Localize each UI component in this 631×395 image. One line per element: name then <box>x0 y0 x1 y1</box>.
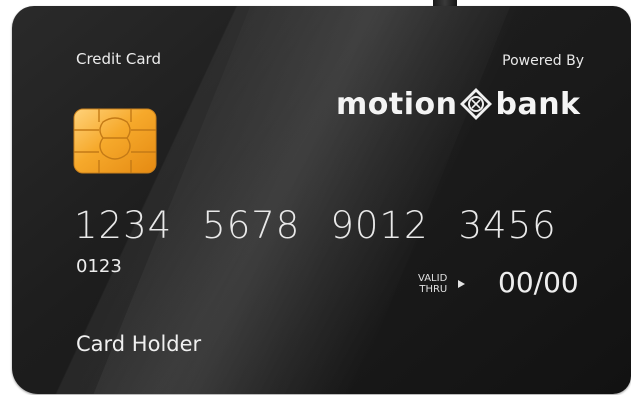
expiry-date: 00/00 <box>498 266 579 299</box>
card-number-group: 9012 <box>330 204 429 247</box>
card-number-group: 5678 <box>202 204 301 247</box>
diamond-logo-icon <box>460 88 493 120</box>
valid-thru-line2: THRU <box>419 284 448 295</box>
valid-thru-line1: VALID <box>418 273 448 284</box>
card-short-number: 0123 <box>76 256 122 277</box>
bank-logo: motion bank <box>336 84 581 124</box>
triangle-right-icon <box>458 280 465 288</box>
logo-text-right: bank <box>495 86 581 122</box>
valid-thru-label: VALID THRU <box>418 273 447 295</box>
credit-card: Credit Card Powered By motion bank 1234 … <box>12 6 631 394</box>
card-number-group: 3456 <box>458 204 557 247</box>
logo-text-left: motion <box>336 86 458 122</box>
powered-by-label: Powered By <box>502 53 584 69</box>
card-canvas: Credit Card Powered By motion bank 1234 … <box>0 0 631 395</box>
emv-chip-icon <box>73 108 157 174</box>
card-holder-name: Card Holder <box>76 332 202 356</box>
card-type-label: Credit Card <box>76 50 161 68</box>
card-number: 1234 5678 9012 3456 <box>74 204 557 247</box>
card-number-group: 1234 <box>74 204 173 247</box>
